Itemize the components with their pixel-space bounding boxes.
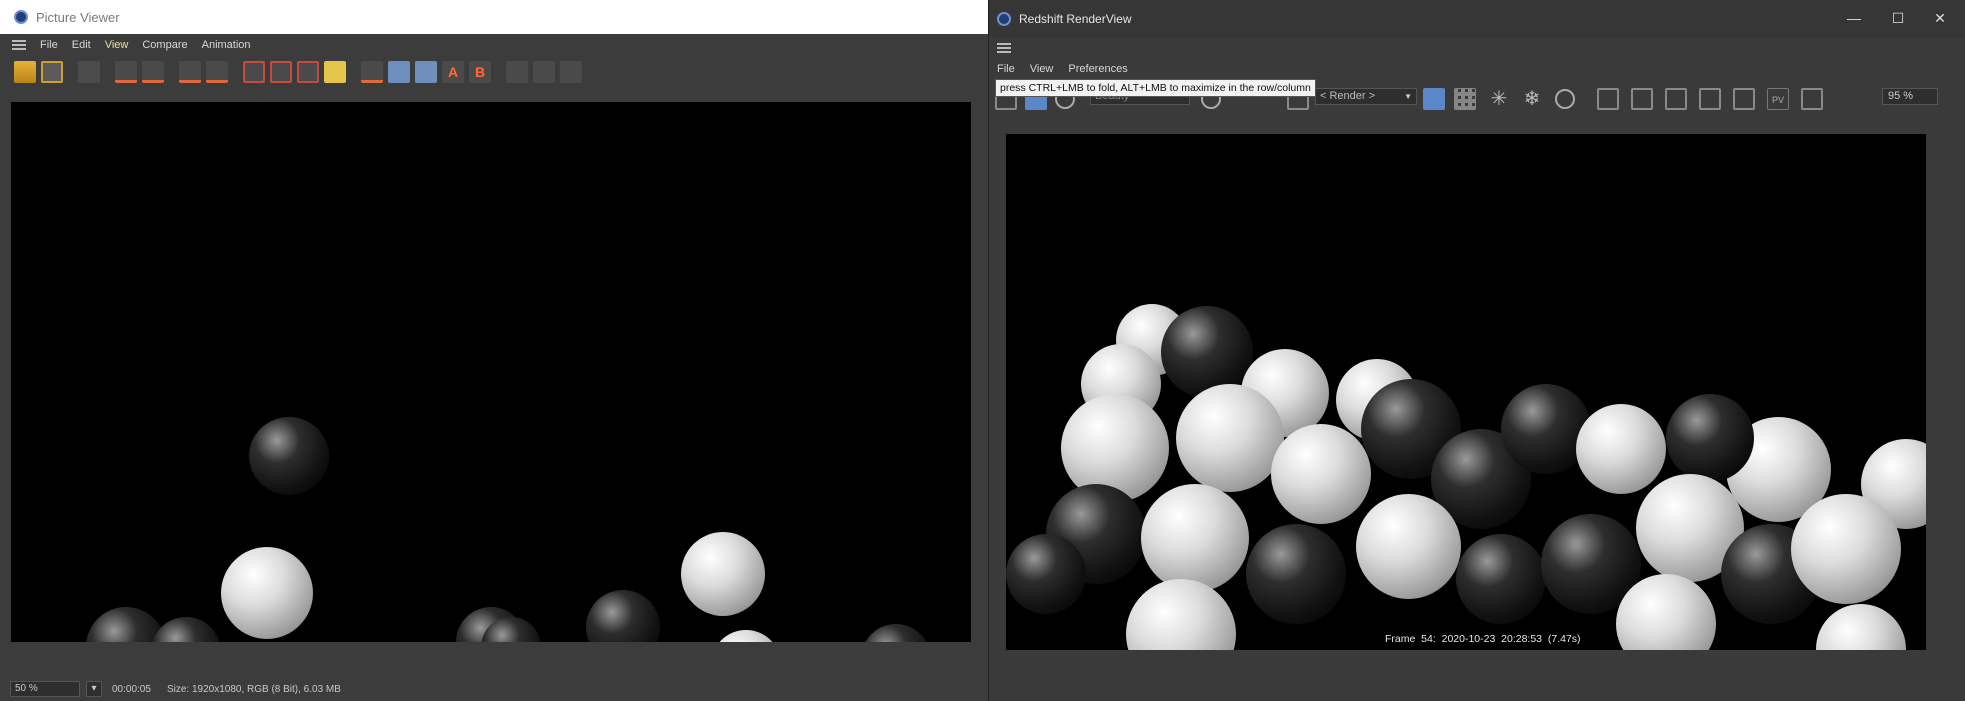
menu-view[interactable]: View	[1030, 63, 1054, 75]
navigator-icon[interactable]	[115, 61, 137, 83]
render-sphere	[1271, 424, 1371, 524]
render-sphere	[1246, 524, 1346, 624]
view-eye-2-icon[interactable]	[270, 61, 292, 83]
zoom-field[interactable]: 50 %	[10, 681, 80, 697]
image-size-info: Size: 1920x1080, RGB (8 Bit), 6.03 MB	[166, 683, 341, 695]
person-icon[interactable]	[142, 61, 164, 83]
stop-render-icon[interactable]	[78, 61, 100, 83]
render-sphere	[151, 617, 221, 642]
circle-icon[interactable]	[1555, 89, 1575, 109]
renderview-statusbar	[989, 660, 1965, 701]
render-sphere	[1791, 494, 1901, 604]
renderview-menubar: File View Preferences	[997, 60, 1143, 78]
tooltip: press CTRL+LMB to fold, ALT+LMB to maxim…	[995, 79, 1316, 97]
render-sphere	[221, 547, 313, 639]
render-sphere	[681, 532, 765, 616]
render-sphere	[861, 624, 931, 642]
hamburger-menu-icon[interactable]	[997, 43, 1011, 53]
menu-preferences[interactable]: Preferences	[1068, 63, 1127, 75]
open-folder-icon[interactable]	[14, 61, 36, 83]
menu-file[interactable]: File	[40, 39, 58, 51]
render-sphere	[1356, 494, 1461, 599]
compare-side-icon[interactable]	[533, 61, 555, 83]
snowflake-icon[interactable]: ✳	[1488, 88, 1510, 110]
image-icon[interactable]	[1699, 88, 1721, 110]
ab-compare-icon[interactable]	[324, 61, 346, 83]
render-sphere	[586, 590, 660, 642]
picture-viewer-title: Picture Viewer	[36, 9, 120, 25]
picture-viewer-toolbar: A B	[0, 56, 988, 88]
render-sphere	[1126, 579, 1236, 650]
focus-icon[interactable]	[1597, 88, 1619, 110]
cinema4d-app-icon	[14, 10, 28, 24]
render-camera-select[interactable]: < Render >	[1315, 88, 1417, 105]
timecode: 00:00:05	[112, 683, 151, 695]
picture-viewer-window: Picture Viewer File Edit View Compare An…	[0, 0, 988, 701]
copy-icon[interactable]	[1801, 88, 1823, 110]
hamburger-menu-icon[interactable]	[12, 40, 26, 50]
layers-icon[interactable]	[179, 61, 201, 83]
menu-animation[interactable]: Animation	[202, 39, 251, 51]
renderview-titlebar: Redshift RenderView — ☐ ✕	[989, 0, 1965, 38]
zoom-dropdown-icon[interactable]: ▾	[86, 681, 102, 697]
minimize-button[interactable]: —	[1832, 6, 1876, 30]
render-sphere	[1006, 534, 1086, 614]
render-sphere	[1456, 534, 1546, 624]
split-view-2-icon[interactable]	[415, 61, 437, 83]
render-sphere	[1176, 384, 1284, 492]
render-sphere	[1141, 484, 1249, 592]
redshift-renderview-window: Redshift RenderView — ☐ ✕ File View Pref…	[988, 0, 1965, 701]
render-sphere	[1816, 604, 1906, 650]
maximize-button[interactable]: ☐	[1876, 6, 1920, 30]
render-sphere	[711, 630, 781, 642]
render-sphere	[249, 417, 329, 495]
frame-info-label: Frame 54: 2020-10-23 20:28:53 (7.47s)	[1381, 631, 1585, 647]
set-a-icon[interactable]: A	[442, 61, 464, 83]
snowflake-2-icon[interactable]: ❄	[1521, 88, 1543, 110]
menu-file[interactable]: File	[997, 63, 1015, 75]
split-view-icon[interactable]	[388, 61, 410, 83]
save-disk-icon[interactable]	[41, 61, 63, 83]
renderview-image[interactable]: Frame 54: 2020-10-23 20:28:53 (7.47s)	[1006, 134, 1926, 650]
grid-icon[interactable]	[1454, 88, 1476, 110]
renderview-zoom-field[interactable]: 95 %	[1882, 88, 1938, 105]
menu-compare[interactable]: Compare	[142, 39, 187, 51]
render-sphere	[1061, 394, 1169, 502]
compare-stack-icon[interactable]	[560, 61, 582, 83]
compare-eye-icon[interactable]	[297, 61, 319, 83]
render-sphere	[1576, 404, 1666, 494]
cinema4d-app-icon	[997, 12, 1011, 26]
edit-icon[interactable]	[1665, 88, 1687, 110]
picture-viewer-image[interactable]	[11, 102, 971, 642]
picture-viewer-statusbar: 50 % ▾ 00:00:05 Size: 1920x1080, RGB (8 …	[0, 677, 988, 701]
view-eye-icon[interactable]	[243, 61, 265, 83]
add-icon[interactable]	[1733, 88, 1755, 110]
swap-icon[interactable]	[506, 61, 528, 83]
picture-viewer-icon[interactable]: PV	[1767, 88, 1789, 110]
ab-text-icon[interactable]	[361, 61, 383, 83]
renderview-title: Redshift RenderView	[1019, 12, 1132, 26]
close-button[interactable]: ✕	[1918, 6, 1962, 30]
picture-viewer-titlebar: Picture Viewer	[0, 0, 988, 34]
history-icon[interactable]	[206, 61, 228, 83]
menu-edit[interactable]: Edit	[72, 39, 91, 51]
lock-icon[interactable]	[1423, 88, 1445, 110]
render-sphere	[1666, 394, 1754, 482]
set-b-icon[interactable]: B	[469, 61, 491, 83]
menu-view[interactable]: View	[105, 39, 129, 51]
picture-viewer-menubar: File Edit View Compare Animation	[0, 34, 988, 56]
fit-icon[interactable]	[1631, 88, 1653, 110]
